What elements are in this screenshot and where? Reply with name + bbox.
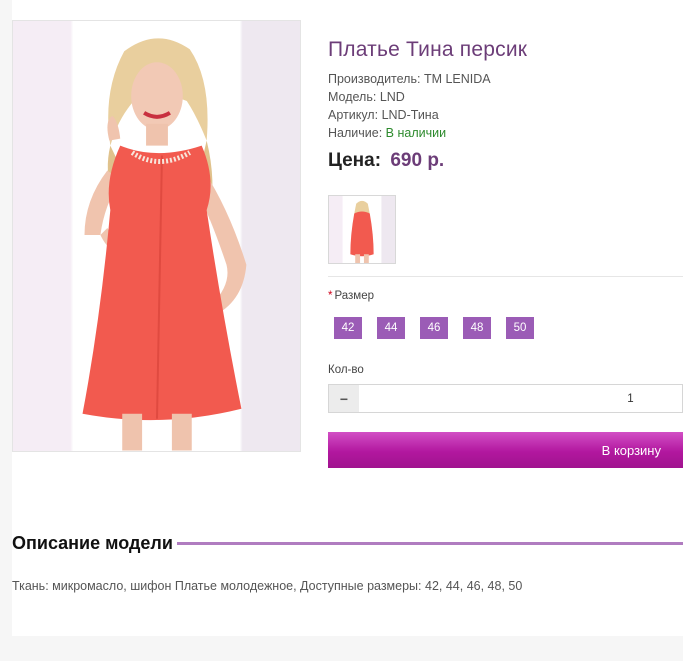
size-label: * Размер: [328, 290, 374, 302]
required-mark: *: [328, 290, 333, 302]
sku-row: Артикул: LND-Тина: [328, 108, 439, 122]
product-title: Платье Тина персик: [328, 38, 528, 61]
product-thumbnail[interactable]: [328, 195, 396, 264]
availability-value: В наличии: [385, 126, 447, 140]
size-label-text: Размер: [334, 290, 375, 302]
page-margin: [0, 0, 12, 661]
model-row: Модель: LND: [328, 90, 405, 104]
thumbnail-illustration: [329, 196, 395, 263]
availability-label: Наличие:: [328, 126, 383, 140]
size-option-50[interactable]: 50: [506, 317, 534, 339]
sku-value: LND-Тина: [381, 108, 439, 122]
quantity-label: Кол-во: [328, 364, 364, 376]
description-heading: Описание модели: [12, 533, 181, 554]
availability-row: Наличие: В наличии: [328, 126, 446, 140]
size-options: 42 44 46 48 50: [334, 317, 534, 339]
manufacturer-value: TM LENIDA: [423, 72, 491, 86]
price: Цена: 690 р.: [328, 150, 444, 172]
product-main-image[interactable]: [12, 20, 301, 452]
model-photo-illustration: [82, 38, 247, 451]
manufacturer-label: Производитель:: [328, 72, 421, 86]
sku-label: Артикул:: [328, 108, 379, 122]
description-text: Ткань: микромасло, шифон Платье молодежн…: [12, 579, 523, 593]
price-label: Цена:: [328, 150, 382, 171]
size-option-42[interactable]: 42: [334, 317, 362, 339]
size-option-44[interactable]: 44: [377, 317, 405, 339]
description-heading-rule: [177, 542, 683, 545]
quantity-input[interactable]: [359, 384, 683, 413]
manufacturer-row: Производитель: TM LENIDA: [328, 72, 491, 86]
quantity-decrease-button[interactable]: −: [328, 384, 360, 413]
page-footer-band: [0, 636, 683, 661]
section-divider: [328, 276, 683, 277]
model-label: Модель:: [328, 90, 377, 104]
model-value: LND: [379, 90, 405, 104]
price-value: 690 р.: [390, 150, 445, 171]
add-to-cart-button[interactable]: В корзину: [328, 432, 683, 468]
size-option-48[interactable]: 48: [463, 317, 491, 339]
size-option-46[interactable]: 46: [420, 317, 448, 339]
